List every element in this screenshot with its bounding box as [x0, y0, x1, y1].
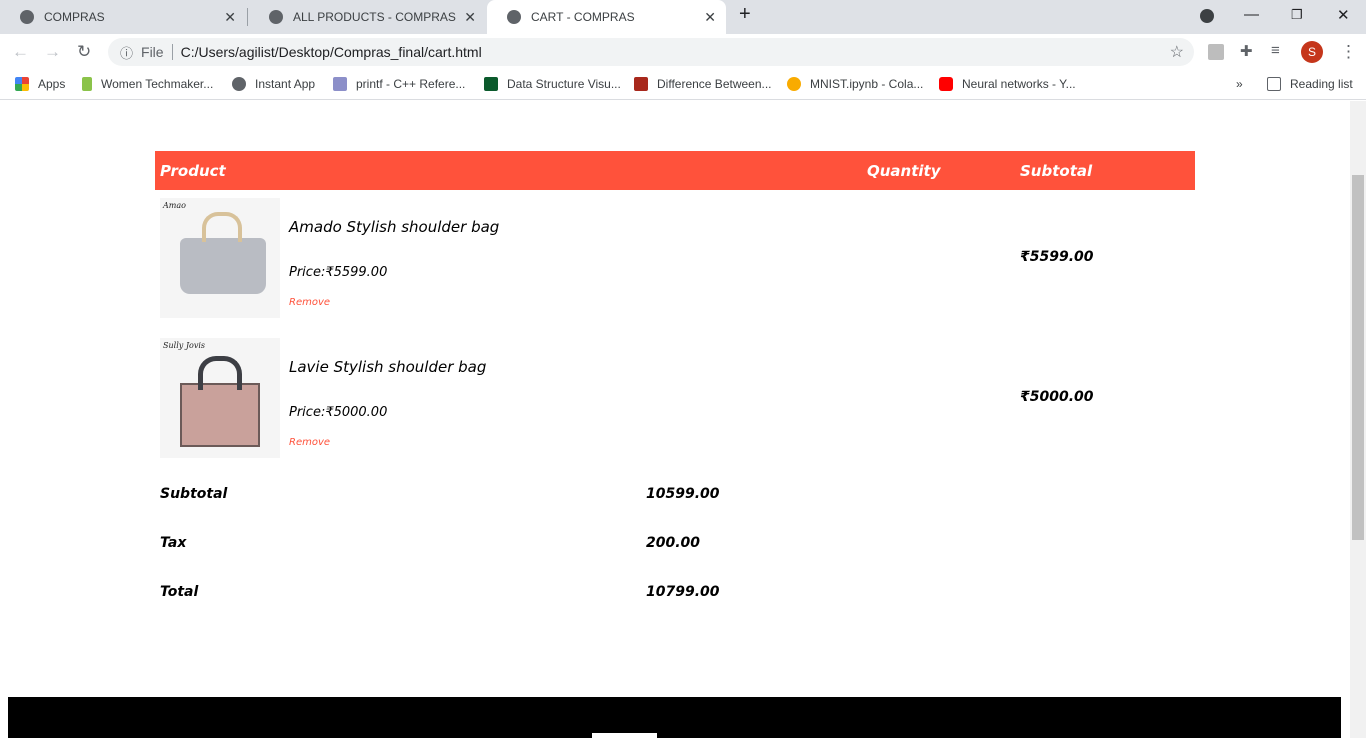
- minimize-button[interactable]: —: [1244, 6, 1259, 23]
- bookmark-women-techmakers[interactable]: Women Techmaker...: [82, 77, 213, 91]
- cart-item: Amao Amado Stylish shoulder bag Price:₹5…: [155, 198, 1195, 328]
- summary-tax: Tax 200.00: [160, 535, 701, 551]
- product-name: Lavie Stylish shoulder bag: [289, 358, 487, 376]
- product-price: Price:₹5000.00: [289, 405, 388, 420]
- tab-compras[interactable]: COMPRAS ✕: [0, 0, 246, 34]
- colab-icon: [787, 77, 801, 91]
- address-bar[interactable]: ⓘ File C:/Users/agilist/Desktop/Compras_…: [108, 38, 1194, 66]
- globe-icon: [20, 10, 34, 24]
- globe-icon: [269, 10, 283, 24]
- scheme-label: File: [141, 44, 164, 60]
- extensions-icon[interactable]: ✚: [1240, 42, 1253, 60]
- globe-icon: [232, 77, 246, 91]
- header-product: Product: [160, 162, 226, 180]
- cplusplus-icon: [333, 77, 347, 91]
- footer-logo: [592, 733, 657, 743]
- tab-all-products[interactable]: ALL PRODUCTS - COMPRAS ✕: [249, 0, 486, 34]
- tab-cart[interactable]: CART - COMPRAS ✕: [487, 0, 726, 34]
- bookmark-printf[interactable]: printf - C++ Refere...: [333, 77, 465, 91]
- bookmark-mnist[interactable]: MNIST.ipynb - Cola...: [787, 77, 923, 91]
- product-price: Price:₹5599.00: [289, 265, 388, 280]
- tab-label: COMPRAS: [44, 10, 105, 24]
- remove-link[interactable]: Remove: [289, 297, 330, 308]
- tab-strip: COMPRAS ✕ ALL PRODUCTS - COMPRAS ✕ CART - …: [0, 0, 1366, 34]
- tab-label: CART - COMPRAS: [531, 10, 635, 24]
- reading-list-button[interactable]: Reading list: [1267, 77, 1353, 91]
- cart-item: Sully Jovis Lavie Stylish shoulder bag P…: [155, 338, 1195, 468]
- summary-total: Total 10799.00: [160, 584, 720, 600]
- product-image: Sully Jovis: [160, 338, 280, 458]
- apps-grid-icon: [15, 77, 29, 91]
- close-tab-icon[interactable]: ✕: [224, 9, 236, 26]
- item-subtotal: ₹5599.00: [1020, 249, 1094, 265]
- bookmark-apps[interactable]: Apps: [15, 77, 65, 91]
- bookmark-instant-app[interactable]: Instant App: [232, 77, 315, 91]
- tab-search-icon[interactable]: [1200, 9, 1214, 23]
- product-brand-logo: Amao: [163, 201, 186, 210]
- product-image: Amao: [160, 198, 280, 318]
- tab-label: ALL PRODUCTS - COMPRAS: [293, 10, 456, 24]
- pdf-extension-icon[interactable]: [1208, 44, 1224, 60]
- header-quantity: Quantity: [867, 162, 941, 180]
- back-button[interactable]: ←: [12, 42, 29, 62]
- product-brand-logo: Sully Jovis: [163, 341, 206, 350]
- media-control-icon[interactable]: ≡: [1271, 42, 1280, 59]
- star-icon[interactable]: ☆: [1170, 42, 1184, 62]
- product-name: Amado Stylish shoulder bag: [289, 218, 500, 236]
- remove-link[interactable]: Remove: [289, 437, 330, 448]
- reload-button[interactable]: ↻: [77, 42, 91, 62]
- usf-icon: [484, 77, 498, 91]
- page-footer: [8, 697, 1341, 743]
- td-icon: [634, 77, 648, 91]
- profile-avatar[interactable]: S: [1301, 41, 1323, 63]
- bookmarks-bar: Apps Women Techmaker... Instant App prin…: [0, 70, 1366, 100]
- vertical-scrollbar[interactable]: [1350, 101, 1366, 738]
- reading-list-icon: [1267, 77, 1281, 91]
- bookmark-neural-networks[interactable]: Neural networks - Y...: [939, 77, 1076, 91]
- browser-toolbar: ← → ↻ ⓘ File C:/Users/agilist/Desktop/Co…: [0, 34, 1366, 70]
- youtube-icon: [939, 77, 953, 91]
- item-subtotal: ₹5000.00: [1020, 389, 1094, 405]
- close-window-button[interactable]: ✕: [1337, 6, 1350, 24]
- cart-page: Product Quantity Subtotal Amao Amado Sty…: [0, 101, 1350, 743]
- scrollbar-thumb[interactable]: [1352, 175, 1364, 540]
- bookmark-difference[interactable]: Difference Between...: [634, 77, 772, 91]
- cart-table-header: Product Quantity Subtotal: [155, 151, 1195, 190]
- globe-icon: [507, 10, 521, 24]
- info-icon: ⓘ: [120, 45, 134, 61]
- techmakers-icon: [82, 77, 92, 91]
- more-bookmarks-button[interactable]: »: [1236, 77, 1243, 91]
- close-tab-icon[interactable]: ✕: [704, 9, 716, 26]
- url-text: C:/Users/agilist/Desktop/Compras_final/c…: [180, 44, 482, 60]
- restore-button[interactable]: ❐: [1291, 7, 1303, 23]
- bookmark-data-structure[interactable]: Data Structure Visu...: [484, 77, 621, 91]
- menu-icon[interactable]: ⋮: [1340, 42, 1357, 62]
- forward-button[interactable]: →: [44, 42, 61, 62]
- header-subtotal: Subtotal: [1020, 162, 1093, 180]
- close-tab-icon[interactable]: ✕: [464, 9, 476, 26]
- new-tab-button[interactable]: +: [739, 3, 751, 26]
- summary-subtotal: Subtotal 10599.00: [160, 486, 720, 502]
